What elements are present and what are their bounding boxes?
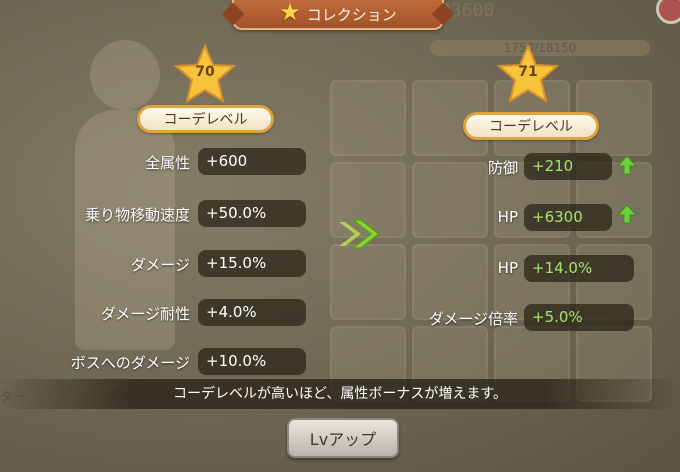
- current-level-label: コーデレベル: [137, 105, 274, 133]
- level-up-button[interactable]: Lvアップ: [287, 418, 399, 458]
- next-stat-value: +5.0%: [524, 304, 634, 331]
- background-counter: 23600: [440, 0, 495, 21]
- next-level-star: 71: [496, 43, 560, 104]
- arrow-up-icon: [617, 204, 637, 224]
- next-stat-value: +210: [524, 153, 612, 180]
- current-stat-value: +4.0%: [198, 299, 306, 326]
- next-stat-value: +6300: [524, 204, 612, 231]
- current-stat-value: +15.0%: [198, 250, 306, 277]
- next-stat-value: +14.0%: [524, 255, 634, 282]
- current-stat-label: ボスへのダメージ: [70, 354, 190, 372]
- next-level-label: コーデレベル: [463, 112, 599, 140]
- current-stat-value: +50.0%: [198, 200, 306, 227]
- hint-text: コーデレベルが高いほど、属性ボーナスが増えます。: [0, 379, 680, 409]
- next-level-number: 71: [518, 64, 538, 80]
- current-stat-label: 全属性: [144, 154, 190, 172]
- current-stat-label: ダメージ耐性: [100, 305, 190, 323]
- current-stat-value: +600: [198, 148, 306, 175]
- next-stat-label: ダメージ倍率: [428, 310, 518, 328]
- window-title: コレクション: [306, 5, 397, 24]
- title-banner: ★ コレクション: [232, 0, 444, 30]
- next-stat-label: 防御: [487, 159, 518, 177]
- next-stat-label: HP: [497, 259, 518, 277]
- current-level-star: 70: [173, 43, 237, 104]
- current-stat-label: ダメージ: [130, 256, 190, 274]
- star-icon: ★: [279, 0, 301, 26]
- current-level-number: 70: [195, 64, 215, 80]
- chevron-right-icon: [339, 219, 381, 249]
- current-stat-label: 乗り物移動速度: [84, 206, 190, 224]
- arrow-up-icon: [617, 155, 637, 175]
- current-stat-value: +10.0%: [198, 348, 306, 375]
- next-stat-label: HP: [497, 208, 518, 226]
